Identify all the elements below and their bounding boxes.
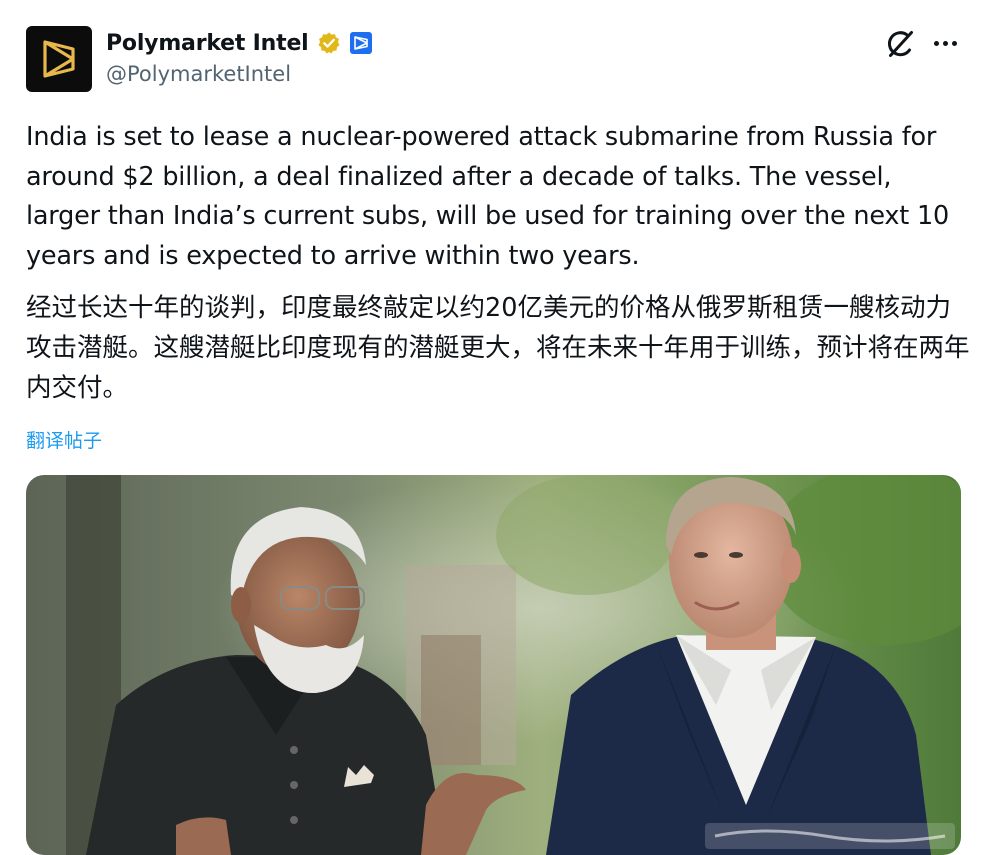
dot xyxy=(933,40,939,46)
verified-badge-icon[interactable] xyxy=(317,31,341,55)
post-photo[interactable] xyxy=(26,475,961,855)
post-text-chinese: 经过长达十年的谈判，印度最终敲定以约20亿美元的价格从俄罗斯租赁一艘核动力攻击潜… xyxy=(26,293,970,403)
dot xyxy=(951,40,957,46)
polymarket-affiliate-badge-icon[interactable] xyxy=(349,31,373,55)
author-handle[interactable]: @PolymarketIntel xyxy=(106,62,291,86)
author-name-row: Polymarket Intel xyxy=(106,27,373,59)
photo-illustration xyxy=(26,475,961,855)
watermark-overlay xyxy=(705,821,955,851)
post-text-english: India is set to lease a nuclear-powered … xyxy=(26,122,950,271)
dot xyxy=(942,40,948,46)
tweet-card: Polymarket Intel @PolymarketIntel India … xyxy=(0,0,998,855)
author-display-name[interactable]: Polymarket Intel xyxy=(106,31,309,56)
translate-post-link[interactable]: 翻译帖子 xyxy=(26,426,102,453)
grok-icon[interactable] xyxy=(884,28,916,60)
polymarket-logo-icon xyxy=(43,40,75,78)
author-avatar[interactable] xyxy=(26,26,92,92)
more-options-icon[interactable] xyxy=(930,30,960,56)
